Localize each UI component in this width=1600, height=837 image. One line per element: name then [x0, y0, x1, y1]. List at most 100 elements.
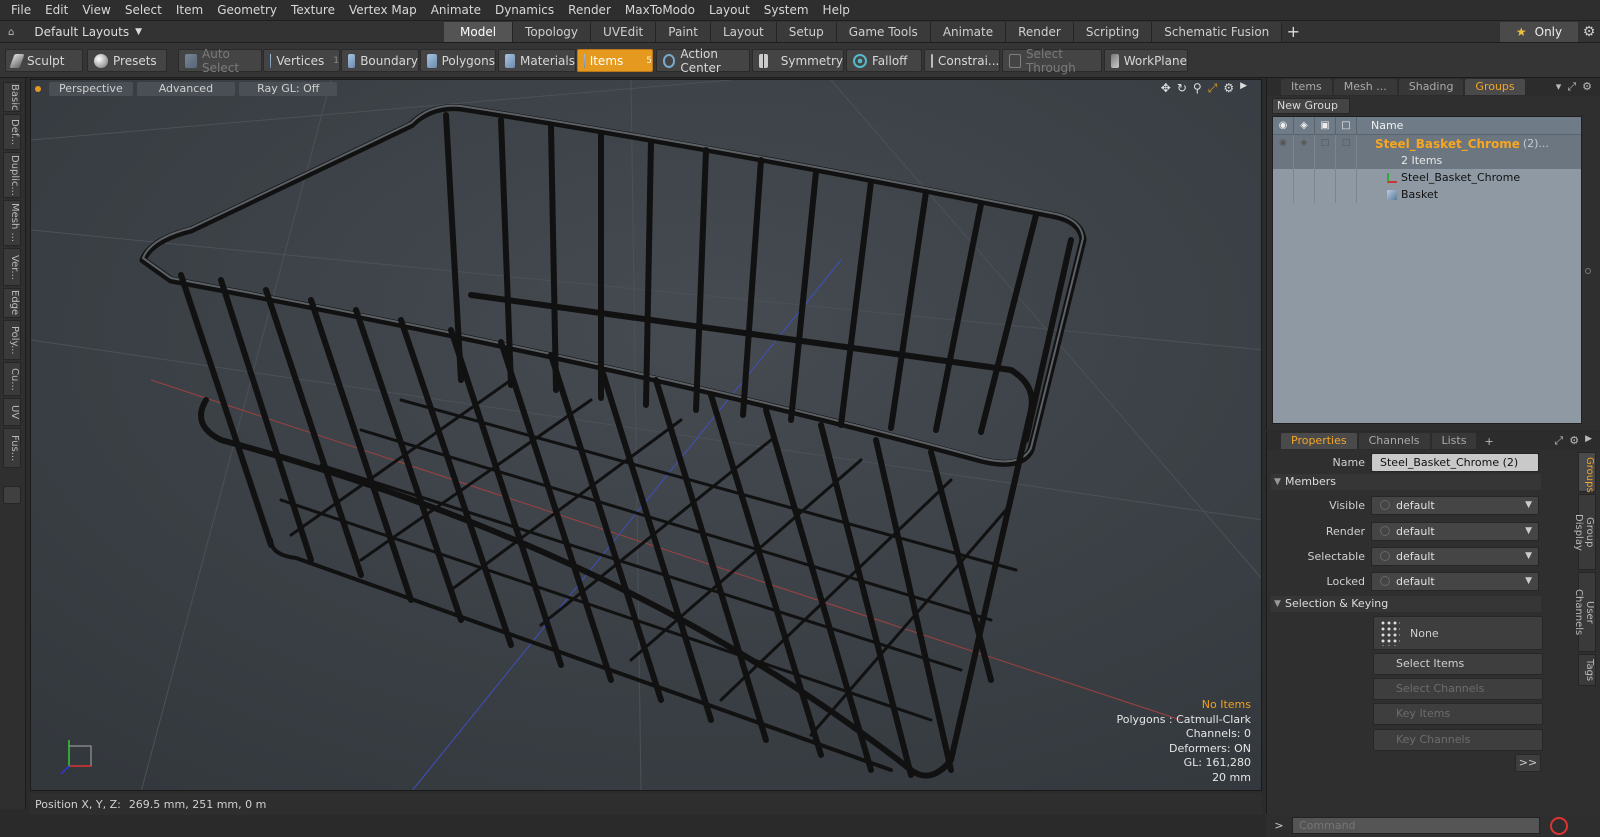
- move-view-icon[interactable]: ✥: [1161, 81, 1171, 96]
- new-group-button[interactable]: New Group: [1272, 98, 1350, 114]
- key-items-button[interactable]: Key Items: [1373, 703, 1543, 725]
- expand-arrow-icon[interactable]: ▶: [1585, 434, 1592, 448]
- locked-dropdown[interactable]: default ▼: [1371, 571, 1539, 591]
- tab-layout[interactable]: Layout: [710, 22, 777, 42]
- 3d-viewport[interactable]: Perspective Advanced Ray GL: Off ✥ ↻ ⚲ ⤢…: [30, 79, 1262, 791]
- left-tab-vertex[interactable]: Ver...: [3, 248, 21, 286]
- scroll-handle[interactable]: [1585, 268, 1591, 274]
- action-center-button[interactable]: Action Center: [656, 47, 750, 75]
- tab-paint[interactable]: Paint: [656, 22, 711, 42]
- zoom-view-icon[interactable]: ⚲: [1193, 81, 1202, 96]
- menu-dynamics[interactable]: Dynamics: [488, 0, 561, 21]
- more-button[interactable]: >>: [1515, 754, 1541, 772]
- chevron-down-icon[interactable]: ▾: [1556, 80, 1562, 94]
- tab-groups[interactable]: Groups: [1465, 79, 1525, 95]
- row-render-icon[interactable]: ◈: [1294, 135, 1315, 152]
- visible-dropdown[interactable]: default ▼: [1371, 495, 1539, 515]
- tab-shading[interactable]: Shading: [1398, 79, 1464, 95]
- name-field[interactable]: Steel_Basket_Chrome (2): [1371, 452, 1539, 472]
- layout-selector[interactable]: ⌂ Default Layouts ▼: [8, 21, 142, 43]
- select-channels-button[interactable]: Select Channels: [1373, 678, 1543, 700]
- boundary-button[interactable]: Boundary: [341, 49, 419, 72]
- command-arrow-icon[interactable]: >: [1266, 819, 1292, 832]
- left-tab-duplicate[interactable]: Duplic...: [3, 152, 21, 198]
- render-icon[interactable]: ◈: [1294, 116, 1315, 135]
- tab-properties[interactable]: Properties: [1281, 433, 1357, 449]
- tab-items[interactable]: Items: [1281, 79, 1332, 95]
- menu-geometry[interactable]: Geometry: [210, 0, 284, 21]
- menu-vertex-map[interactable]: Vertex Map: [342, 0, 424, 21]
- render-dropdown[interactable]: default ▼: [1371, 521, 1539, 541]
- row-eye-icon[interactable]: ◉: [1273, 135, 1294, 152]
- row-lock-icon[interactable]: □: [1315, 135, 1336, 152]
- viewport-gear-icon[interactable]: ⚙: [1223, 81, 1234, 96]
- selectable-dropdown[interactable]: default ▼: [1371, 546, 1539, 566]
- add-tab-icon[interactable]: +: [1478, 435, 1499, 448]
- side-tab-groups[interactable]: Groups: [1578, 452, 1596, 493]
- tab-topology[interactable]: Topology: [513, 22, 592, 42]
- eye-icon[interactable]: ◉: [1273, 116, 1294, 135]
- left-strip-toggle[interactable]: [3, 486, 21, 504]
- menu-item[interactable]: Item: [169, 0, 210, 21]
- tab-animate[interactable]: Animate: [930, 22, 1007, 42]
- symmetry-button[interactable]: Symmetry: [752, 49, 844, 72]
- key-channels-button[interactable]: Key Channels: [1373, 729, 1543, 751]
- left-tab-curve[interactable]: Cu...: [3, 362, 21, 396]
- select-icon[interactable]: □: [1336, 116, 1357, 135]
- list-item[interactable]: Basket: [1273, 186, 1581, 203]
- menu-texture[interactable]: Texture: [284, 0, 342, 21]
- menu-view[interactable]: View: [75, 0, 117, 21]
- sculpt-button[interactable]: Sculpt: [5, 49, 83, 72]
- tab-game-tools[interactable]: Game Tools: [836, 22, 931, 42]
- tab-setup[interactable]: Setup: [776, 22, 837, 42]
- command-input[interactable]: [1292, 817, 1540, 834]
- side-tab-tags[interactable]: Tags: [1578, 654, 1596, 686]
- auto-select-button[interactable]: Auto Select: [178, 47, 262, 75]
- record-macro-icon[interactable]: [1550, 816, 1568, 835]
- menu-layout[interactable]: Layout: [702, 0, 757, 21]
- select-through-button[interactable]: Select Through: [1002, 47, 1102, 75]
- viewport-canvas[interactable]: [31, 80, 1262, 791]
- tab-mesh[interactable]: Mesh ...: [1333, 79, 1397, 95]
- fit-view-icon[interactable]: ⤢: [1208, 81, 1218, 96]
- panel-gear-icon[interactable]: ⚙: [1569, 434, 1579, 448]
- tab-channels[interactable]: Channels: [1358, 433, 1430, 449]
- none-preset-button[interactable]: None: [1373, 616, 1543, 650]
- menu-animate[interactable]: Animate: [424, 0, 488, 21]
- add-tab-icon[interactable]: +: [1282, 22, 1304, 42]
- menu-file[interactable]: File: [4, 0, 38, 21]
- tab-uvedit[interactable]: UVEdit: [591, 22, 657, 42]
- row-select-icon[interactable]: □: [1336, 135, 1357, 152]
- groups-list[interactable]: ◉ ◈ ▣ □ Name ◉ ◈ □ □ Steel_Basket_Chrome…: [1272, 116, 1582, 424]
- view-mode-dropdown[interactable]: Perspective: [49, 81, 133, 96]
- maximize-icon[interactable]: ⤢: [1567, 80, 1576, 94]
- left-tab-mesh[interactable]: Mesh ...: [3, 200, 21, 246]
- panel-gear-icon[interactable]: ⚙: [1582, 80, 1592, 94]
- members-section-header[interactable]: ▼ Members: [1271, 474, 1541, 490]
- rotate-view-icon[interactable]: ↻: [1177, 81, 1187, 96]
- maximize-icon[interactable]: ⤢: [1554, 434, 1563, 448]
- side-tab-group-display[interactable]: Group Display: [1573, 494, 1596, 570]
- left-tab-basic[interactable]: Basic: [3, 82, 21, 112]
- lock-icon[interactable]: ▣: [1315, 116, 1336, 135]
- workplane-button[interactable]: WorkPlane: [1104, 49, 1188, 72]
- only-toggle[interactable]: ★ Only: [1500, 22, 1578, 42]
- tab-scripting[interactable]: Scripting: [1073, 22, 1153, 42]
- constraints-button[interactable]: Constrai...: [924, 49, 1000, 72]
- raygl-toggle[interactable]: Ray GL: Off: [239, 81, 338, 96]
- tab-model[interactable]: Model: [444, 22, 514, 42]
- polygons-button[interactable]: Polygons: [420, 49, 496, 72]
- menu-select[interactable]: Select: [118, 0, 169, 21]
- falloff-button[interactable]: Falloff: [846, 49, 922, 72]
- gear-icon[interactable]: ⚙: [1578, 22, 1600, 42]
- menu-edit[interactable]: Edit: [38, 0, 75, 21]
- presets-button[interactable]: Presets: [87, 49, 167, 72]
- items-button[interactable]: Items 5: [577, 49, 653, 72]
- list-item[interactable]: Steel_Basket_Chrome: [1273, 169, 1581, 186]
- tab-render[interactable]: Render: [1006, 22, 1074, 42]
- side-tab-user-channels[interactable]: User Channels: [1573, 572, 1596, 652]
- left-tab-deform[interactable]: Def...: [3, 114, 21, 150]
- menu-maxtomodo[interactable]: MaxToModo: [618, 0, 702, 21]
- viewport-menu-dot[interactable]: [35, 85, 41, 92]
- selection-keying-section-header[interactable]: ▼ Selection & Keying: [1271, 596, 1541, 612]
